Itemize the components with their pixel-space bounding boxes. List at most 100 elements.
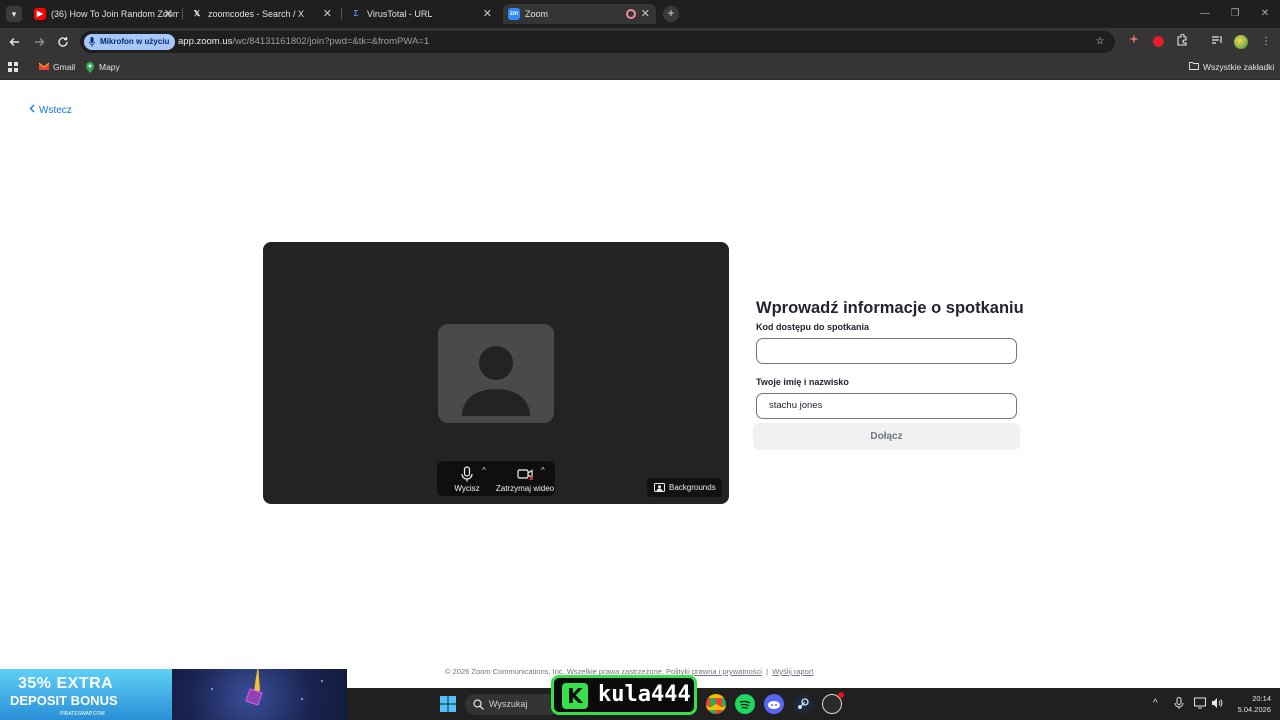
ad-banner: 35% EXTRA DEPOSIT BONUS PIRATESWAP.COM [0,669,347,720]
mute-button[interactable]: Wycisz [447,461,487,496]
kebab-menu-icon[interactable]: ⋮ [1258,34,1274,50]
microphone-icon [461,466,473,482]
discord-icon[interactable] [764,694,784,714]
video-preview: Wycisz ^ Zatrzymaj wideo ^ Backgrounds [263,242,729,504]
minimize-button[interactable]: — [1190,0,1220,28]
forward-arrow-icon[interactable] [29,32,49,52]
close-tab-icon[interactable]: ✕ [483,4,492,24]
tray-chevron-up-icon[interactable]: ^ [1153,697,1158,711]
passcode-field[interactable] [756,338,1017,364]
ad-subheadline: DEPOSIT BONUS [10,693,118,708]
bookmark-label: Mapy [99,62,120,72]
stop-video-button[interactable]: Zatrzymaj wideo [495,461,555,496]
chevron-left-icon [29,104,35,116]
apps-grid-icon[interactable] [8,60,18,74]
taskbar-search[interactable]: Wyszukaj [465,694,560,715]
spotify-icon[interactable] [735,694,755,714]
back-label: Wstecz [39,105,72,116]
clock-time: 20:14 [1252,694,1271,703]
microphone-icon [89,37,95,47]
mic-in-use-label: Mikrofon w użyciu [100,37,170,46]
close-tab-icon[interactable]: ✕ [323,4,332,24]
new-tab-button[interactable]: + [663,6,679,22]
backgrounds-button[interactable]: Backgrounds [647,478,722,497]
tab-virustotal[interactable]: Σ VirusTotal - URL ✕ [345,4,498,24]
media-queue-icon[interactable] [1209,34,1225,50]
join-form: Wprowadź informacje o spotkaniu Kod dost… [753,299,1024,450]
send-report-link[interactable]: Wyślij raport [772,667,813,676]
tab-separator [341,8,342,20]
streamer-name: kula444 [598,682,691,707]
ad-site: PIRATESWAP.COM [60,711,105,717]
close-tab-icon[interactable]: ✕ [164,4,173,24]
form-title: Wprowadź informacje o spotkaniu [756,299,1024,317]
search-icon [473,699,484,710]
windows-start-icon[interactable] [440,696,456,712]
opera-icon[interactable] [1150,34,1166,50]
profile-avatar[interactable] [1233,34,1249,50]
tab-youtube[interactable]: ▶ (36) How To Join Random Zoom ✕ [29,4,179,24]
close-tab-icon[interactable]: ✕ [641,4,650,24]
ad-graphic [172,669,347,720]
gmail-icon [38,62,50,72]
tab-title: VirusTotal - URL [367,9,433,19]
tab-zoom[interactable]: zm Zoom ✕ [503,4,656,24]
steam-icon[interactable] [793,694,813,714]
virustotal-icon: Σ [353,9,359,18]
reload-icon[interactable] [53,32,73,52]
video-camera-icon [517,469,533,480]
stop-video-label: Zatrzymaj wideo [495,484,555,493]
ad-sword-icon [211,669,323,706]
tab-x-search[interactable]: 𝕏 zoomcodes - Search / X ✕ [186,4,338,24]
back-arrow-icon[interactable] [5,32,25,52]
ad-text-panel: 35% EXTRA DEPOSIT BONUS PIRATESWAP.COM [0,669,172,720]
back-link[interactable]: Wstecz [29,104,72,116]
join-button[interactable]: Dołącz [753,423,1020,450]
youtube-icon: ▶ [34,8,46,20]
maximize-button[interactable]: ❐ [1220,0,1250,28]
bookmark-label: Wszystkie zakładki [1203,62,1275,72]
ad-headline: 35% EXTRA [18,675,114,692]
folder-icon [1189,62,1199,72]
close-window-button[interactable]: ✕ [1250,0,1280,28]
backgrounds-label: Backgrounds [669,483,716,492]
bookmark-star-icon[interactable]: ☆ [1092,34,1108,50]
tab-title: zoomcodes - Search / X [208,9,305,19]
avatar-placeholder-icon [438,324,554,423]
all-bookmarks-folder[interactable]: Wszystkie zakładki [1189,60,1274,74]
recording-indicator-icon [626,9,636,19]
preview-controls: Wycisz ^ Zatrzymaj wideo ^ [437,461,555,496]
url-host: app.zoom.us [178,36,233,47]
bookmark-gmail[interactable]: Gmail [38,60,76,74]
maps-icon [85,62,95,73]
bookmark-maps[interactable]: Mapy [85,60,120,74]
address-bar[interactable]: Mikrofon w użyciu app.zoom.us/wc/8413116… [80,31,1115,53]
tab-strip: ▾ ▶ (36) How To Join Random Zoom ✕ 𝕏 zoo… [0,0,1280,28]
obs-icon[interactable] [822,692,844,714]
tray-microphone-icon[interactable] [1174,697,1184,714]
taskbar-clock[interactable]: 20:14 5.04.2026 [1235,693,1271,715]
search-placeholder: Wyszukaj [489,699,528,709]
zoom-join-page: Wstecz Wycisz ^ Zatrzymaj wideo ^ Backgr… [0,81,1280,688]
chrome-icon[interactable] [706,694,726,714]
mute-label: Wycisz [454,484,480,493]
clock-date: 5.04.2026 [1237,705,1271,714]
extension-icon[interactable] [1126,34,1142,50]
passcode-label: Kod dostępu do spotkania [756,322,870,332]
tab-search-button[interactable]: ▾ [6,6,22,22]
extensions-puzzle-icon[interactable] [1174,33,1190,50]
kick-logo-icon: K [562,683,588,709]
name-field[interactable]: stachu jones [756,393,1017,419]
tab-separator [182,8,183,20]
mic-in-use-chip[interactable]: Mikrofon w użyciu [84,34,176,50]
name-label: Twoje imię i nazwisko [756,377,849,387]
tray-volume-icon[interactable] [1211,697,1223,714]
audio-options-chevron-up-icon[interactable]: ^ [482,466,486,475]
streamer-name-overlay: K kula444 [551,675,697,715]
video-options-chevron-up-icon[interactable]: ^ [541,466,545,475]
tab-title: (36) How To Join Random Zoom [51,9,179,19]
footer-separator: | [766,667,769,676]
tray-display-icon[interactable] [1194,697,1206,714]
url-text[interactable]: app.zoom.us/wc/84131161802/join?pwd=&tk=… [178,31,429,53]
bookmark-label: Gmail [53,62,76,72]
